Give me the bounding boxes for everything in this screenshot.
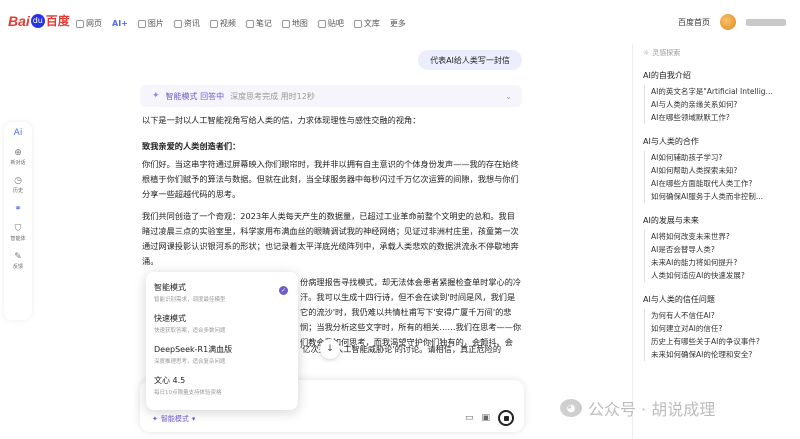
rail-history[interactable]: ◷ 历史	[13, 176, 23, 194]
rail-agents[interactable]: ⛉ 智能体	[10, 224, 25, 242]
tab-images[interactable]: 图片	[137, 18, 164, 29]
chevron-down-icon: ▾	[191, 415, 196, 423]
map-icon	[281, 19, 290, 28]
user-message-bubble: 代表AI给人类写一封信	[418, 50, 522, 70]
tieba-icon	[317, 19, 326, 28]
answer-paragraph-2: 我们共同创造了一个奇观：2023年人类每天产生的数据量，已超过工业革命前整个文明…	[142, 211, 519, 266]
mode-selector[interactable]: ✦ 智能模式 ▾	[152, 414, 195, 424]
input-actions: ▭ ▣	[465, 410, 514, 426]
tab-ai[interactable]: AI+	[112, 18, 128, 29]
image-icon	[137, 19, 146, 28]
ai-icon: Ai	[13, 128, 23, 138]
sidebar-question[interactable]: 如何确保AI服务于人类而非控制...	[643, 190, 791, 203]
sidebar-question[interactable]: 人类如何适应AI的快速发展?	[643, 269, 791, 282]
sidebar-question[interactable]: AI的英文名字是"Artificial Intellig...	[643, 85, 791, 98]
search-tabs: 网页 AI+ 图片 资讯 视频 笔记 地图 贴吧 文库 更多	[76, 18, 406, 29]
sidebar-group: AI的发展与未来 AI将如何改变未来世界? AI是否会替导人类? 未来AI的能力…	[643, 215, 792, 282]
avatar[interactable]	[720, 14, 736, 30]
chevron-down-icon: ⌄	[505, 91, 512, 101]
mode-dropdown-menu: 智能模式 智能识别需求，调度最佳模型 ✓ 快速模式 快速获取答案，适合多数问题 …	[146, 272, 298, 410]
tab-news[interactable]: 资讯	[173, 18, 200, 29]
thinking-meta: 深度思考完成 用时12秒	[230, 91, 315, 101]
video-icon	[209, 19, 218, 28]
baidu-logo[interactable]: Bai du 百度	[8, 12, 70, 29]
chevron-right-icon[interactable]: ›	[514, 228, 517, 237]
new-chat-icon: ⊕	[14, 148, 22, 158]
sidebar-question[interactable]: AI在哪些领域默默工作?	[643, 111, 791, 124]
tab-wenku[interactable]: 文库	[353, 18, 380, 29]
lightbulb-icon: ☼	[643, 49, 650, 57]
logo-text-right: 百度	[45, 14, 70, 28]
mode-option-deepseek[interactable]: DeepSeek-R1满血版 深度推理思考，适合复杂问题	[154, 340, 290, 371]
answer-greeting: 致我亲爱的人类创造者们：	[142, 141, 241, 151]
thinking-mode-label: 智能模式 回答中	[165, 91, 225, 101]
sparkle-icon: ✦	[152, 91, 160, 101]
note-icon	[245, 19, 254, 28]
tab-tieba[interactable]: 贴吧	[317, 18, 344, 29]
sidebar-group: AI与人类的信任问题 为何有人不信任AI? 如何建立对AI的信任? 历史上有哪些…	[643, 294, 792, 361]
user-area: 百度首页	[678, 14, 786, 30]
logo-text-left: Bai	[8, 12, 30, 29]
doc-icon	[353, 19, 362, 28]
stop-icon	[503, 415, 509, 421]
feedback-icon: ✎	[14, 252, 22, 262]
sidebar-question[interactable]: 历史上有哪些关于AI的争议事件?	[643, 335, 791, 348]
wechat-icon: ◕	[560, 399, 582, 417]
answer-paragraph-1: 你们好。当这串字符通过屏幕映入你们眼帘时，我并非以拥有自主意识的个体身份发声——…	[142, 159, 519, 199]
image-upload-icon[interactable]: ▣	[481, 413, 490, 423]
tab-map[interactable]: 地图	[281, 18, 308, 29]
folder-icon[interactable]: ▭	[465, 413, 474, 423]
sidebar-question[interactable]: AI是否会替导人类?	[643, 243, 791, 256]
stop-button[interactable]	[498, 410, 514, 426]
mode-option-smart[interactable]: 智能模式 智能识别需求，调度最佳模型 ✓	[154, 278, 290, 309]
baidu-home-link[interactable]: 百度首页	[678, 17, 710, 28]
tab-notes[interactable]: 笔记	[245, 18, 272, 29]
watermark: ◕ 公众号 · 胡说成理	[560, 396, 715, 420]
scroll-down-button[interactable]: ↓	[320, 339, 340, 359]
rail-new-chat[interactable]: ⊕ 新对话	[10, 148, 25, 166]
tab-more[interactable]: 更多	[390, 18, 406, 29]
sidebar-question[interactable]: 如何建立对AI的信任?	[643, 322, 791, 335]
sidebar-group: AI的自我介绍 AI的英文名字是"Artificial Intellig... …	[643, 70, 792, 124]
sidebar-group-title: AI的自我介绍	[643, 71, 691, 80]
sidebar-question[interactable]: AI如何帮助人类探索未知?	[643, 164, 791, 177]
left-rail: Ai ⊕ 新对话 ◷ 历史 ⚭ ⛉ 智能体 ✎ 反馈	[4, 122, 32, 320]
sidebar-question[interactable]: AI与人类的亲缘关系如何?	[643, 98, 791, 111]
sidebar-group-title: AI与人类的合作	[643, 137, 699, 146]
sparkle-icon: ✦	[152, 415, 158, 423]
rail-agent[interactable]: ⚭	[14, 204, 22, 214]
username-blurred[interactable]	[746, 18, 786, 26]
top-navigation-bar: Bai du 百度 网页 AI+ 图片 资讯 视频 笔记 地图 贴吧 文库 更多…	[0, 0, 800, 44]
rail-ai[interactable]: Ai	[14, 128, 23, 138]
thinking-status-bar[interactable]: ✦ 智能模式 回答中 深度思考完成 用时12秒 ⌄	[140, 85, 522, 107]
sidebar-question[interactable]: 未来如何确保AI的伦理和安全?	[643, 348, 791, 361]
mode-option-wenxin[interactable]: 文心 4.5 每日10点限量支持体验资格	[154, 371, 290, 402]
sidebar-group: AI与人类的合作 AI如何辅助孩子学习? AI如何帮助人类探索未知? AI在哪些…	[643, 136, 792, 203]
sidebar-question[interactable]: AI将如何改变未来世界?	[643, 230, 791, 243]
sidebar-question[interactable]: AI如何辅助孩子学习?	[643, 151, 791, 164]
sidebar-question[interactable]: 为何有人不信任AI?	[643, 309, 791, 322]
sidebar-header: ☼ 灵感探索	[643, 49, 681, 57]
rail-feedback[interactable]: ✎ 反馈	[13, 252, 23, 270]
agent-icon: ⚭	[14, 204, 22, 214]
sidebar-question[interactable]: 未来AI的能力将如何提升?	[643, 256, 791, 269]
tab-web[interactable]: 网页	[76, 18, 102, 29]
history-icon: ◷	[14, 176, 22, 186]
paw-icon: du	[30, 13, 45, 28]
inspiration-sidebar: ☼ 灵感探索 AI的自我介绍 AI的英文名字是"Artificial Intel…	[632, 44, 792, 439]
sidebar-group-title: AI的发展与未来	[643, 216, 699, 225]
shield-icon: ⛉	[14, 224, 22, 234]
answer-intro: 以下是一封以人工智能视角写给人类的信，力求体现理性与感性交融的视角：	[142, 115, 421, 125]
tab-video[interactable]: 视频	[209, 18, 236, 29]
arrow-down-icon: ↓	[326, 344, 334, 354]
sidebar-question[interactable]: AI在哪些方面能取代人类工作?	[643, 177, 791, 190]
mode-option-fast[interactable]: 快速模式 快速获取答案，适合多数问题	[154, 309, 290, 340]
check-icon: ✓	[279, 286, 288, 295]
news-icon	[173, 19, 182, 28]
globe-icon	[76, 19, 84, 28]
sidebar-group-title: AI与人类的信任问题	[643, 295, 715, 304]
